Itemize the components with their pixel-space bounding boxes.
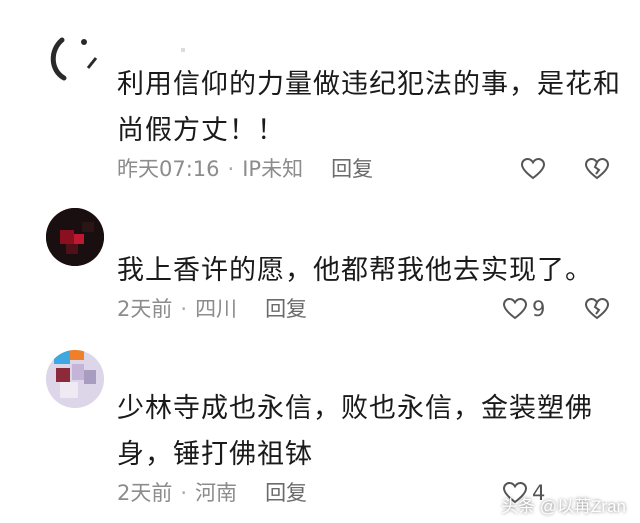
avatar[interactable] [46,208,104,266]
like-button[interactable] [520,154,550,184]
broken-heart-icon [584,157,610,181]
comment-location: 河南 [195,481,238,505]
reply-button[interactable]: 回复 [265,478,307,508]
comment-meta: 昨天07:16 · IP未知 回复 [117,154,373,184]
dislike-button[interactable] [584,154,610,184]
dislike-button[interactable] [584,294,610,324]
comment-location: IP未知 [242,157,304,181]
watermark: 头条 @以苒Zran [501,497,626,516]
comment-text: 利用信仰的力量做违纪犯法的事，是花和 尚假方丈！！ [117,69,621,146]
avatar[interactable] [46,350,104,408]
comment-location: 四川 [195,297,238,321]
avatar[interactable] [44,28,102,86]
heart-icon [502,297,528,321]
reply-button[interactable]: 回复 [331,154,373,184]
separator: · [180,481,188,505]
decorative-dot [181,48,185,52]
like-button[interactable]: 9 [502,294,545,324]
like-count: 9 [532,297,546,321]
comment-text: 我上香许的愿，他都帮我他去实现了。 [117,255,593,286]
separator: · [227,157,235,181]
comment-text: 少林寺成也永信，败也永信，金装塑佛 身，锤打佛祖钵 [117,393,593,470]
heart-icon [520,157,546,181]
comment-time: 昨天07:16 [117,157,220,181]
separator: · [180,297,188,321]
broken-heart-icon [584,297,610,321]
comment-meta: 2天前 · 河南 回复 [117,478,307,508]
reply-button[interactable]: 回复 [265,294,307,324]
comment-time: 2天前 [117,481,173,505]
comment-meta: 2天前 · 四川 回复 [117,294,307,324]
comment-time: 2天前 [117,297,173,321]
